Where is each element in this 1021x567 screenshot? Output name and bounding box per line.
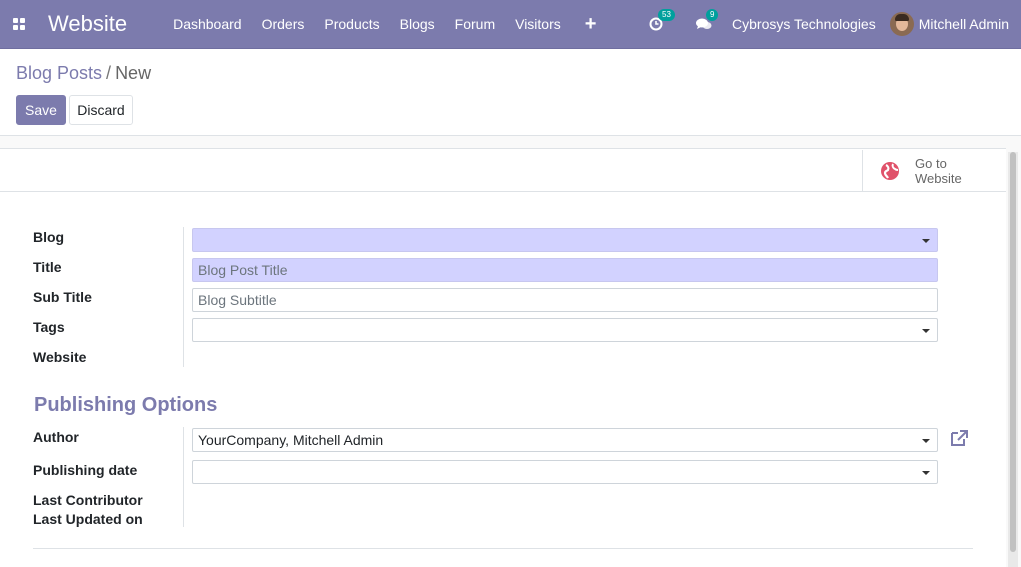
- main-menu: Dashboard Orders Products Blogs Forum Vi…: [163, 0, 610, 49]
- vertical-scrollbar[interactable]: [1008, 152, 1018, 567]
- breadcrumb: Blog Posts / New: [16, 63, 151, 84]
- field-divider: [183, 227, 184, 367]
- publishing-date-label: Publishing date: [33, 462, 138, 478]
- app-title[interactable]: Website: [38, 11, 137, 37]
- chevron-down-icon: [922, 439, 930, 443]
- user-name: Mitchell Admin: [918, 16, 1009, 32]
- blog-select[interactable]: [192, 228, 938, 252]
- author-select[interactable]: YourCompany, Mitchell Admin: [192, 428, 938, 452]
- activity-button[interactable]: 53: [632, 0, 680, 49]
- title-label: Title: [33, 259, 62, 275]
- field-divider: [183, 427, 184, 527]
- messages-button[interactable]: 9: [680, 0, 728, 49]
- go-to-label: Go to: [915, 156, 947, 171]
- user-menu[interactable]: Mitchell Admin: [889, 12, 1021, 36]
- website-label: Website: [915, 171, 962, 186]
- divider: [33, 548, 973, 549]
- chevron-down-icon: [922, 329, 930, 333]
- title-placeholder: Blog Post Title: [198, 262, 288, 278]
- avatar: [889, 12, 914, 36]
- tags-select[interactable]: [192, 318, 938, 342]
- globe-icon: [881, 162, 899, 180]
- button-box: [0, 148, 1006, 192]
- last-updated-label: Last Updated on: [33, 511, 143, 527]
- section-title: Publishing Options: [34, 394, 218, 416]
- breadcrumb-parent[interactable]: Blog Posts: [16, 63, 102, 83]
- save-button[interactable]: Save: [16, 95, 66, 125]
- breadcrumb-separator: /: [106, 63, 112, 83]
- breadcrumb-current: New: [115, 63, 152, 83]
- author-label: Author: [33, 429, 79, 445]
- website-label-field: Website: [33, 349, 87, 365]
- blog-label: Blog: [33, 229, 65, 245]
- external-link-icon[interactable]: [949, 429, 969, 447]
- subtitle-input[interactable]: Blog Subtitle: [192, 288, 938, 312]
- new-content-plus-icon[interactable]: +: [571, 0, 611, 49]
- top-navbar: Website Dashboard Orders Products Blogs …: [0, 0, 1021, 49]
- publishing-date-input[interactable]: [192, 460, 938, 484]
- form-sheet: [0, 148, 1006, 567]
- chevron-down-icon: [922, 239, 930, 243]
- menu-forum[interactable]: Forum: [445, 0, 505, 49]
- go-to-website-button[interactable]: Go to Website: [862, 150, 1006, 192]
- menu-visitors[interactable]: Visitors: [505, 0, 571, 49]
- tags-label: Tags: [33, 319, 65, 335]
- menu-orders[interactable]: Orders: [252, 0, 315, 49]
- menu-dashboard[interactable]: Dashboard: [163, 0, 252, 49]
- subtitle-label: Sub Title: [33, 289, 92, 305]
- messages-count-badge: 9: [706, 8, 719, 21]
- last-contributor-label: Last Contributor: [33, 492, 143, 508]
- title-input[interactable]: Blog Post Title: [192, 258, 938, 282]
- systray: 53 9 Cybrosys Technologies Mitchell Admi…: [632, 0, 1021, 49]
- apps-menu-icon[interactable]: [0, 0, 38, 49]
- activity-count-badge: 53: [658, 8, 675, 21]
- chevron-down-icon: [922, 471, 930, 475]
- company-switcher[interactable]: Cybrosys Technologies: [728, 16, 890, 32]
- discard-button[interactable]: Discard: [69, 95, 133, 125]
- menu-blogs[interactable]: Blogs: [390, 0, 445, 49]
- author-value: YourCompany, Mitchell Admin: [198, 432, 384, 448]
- menu-products[interactable]: Products: [314, 0, 389, 49]
- subtitle-placeholder: Blog Subtitle: [198, 292, 277, 308]
